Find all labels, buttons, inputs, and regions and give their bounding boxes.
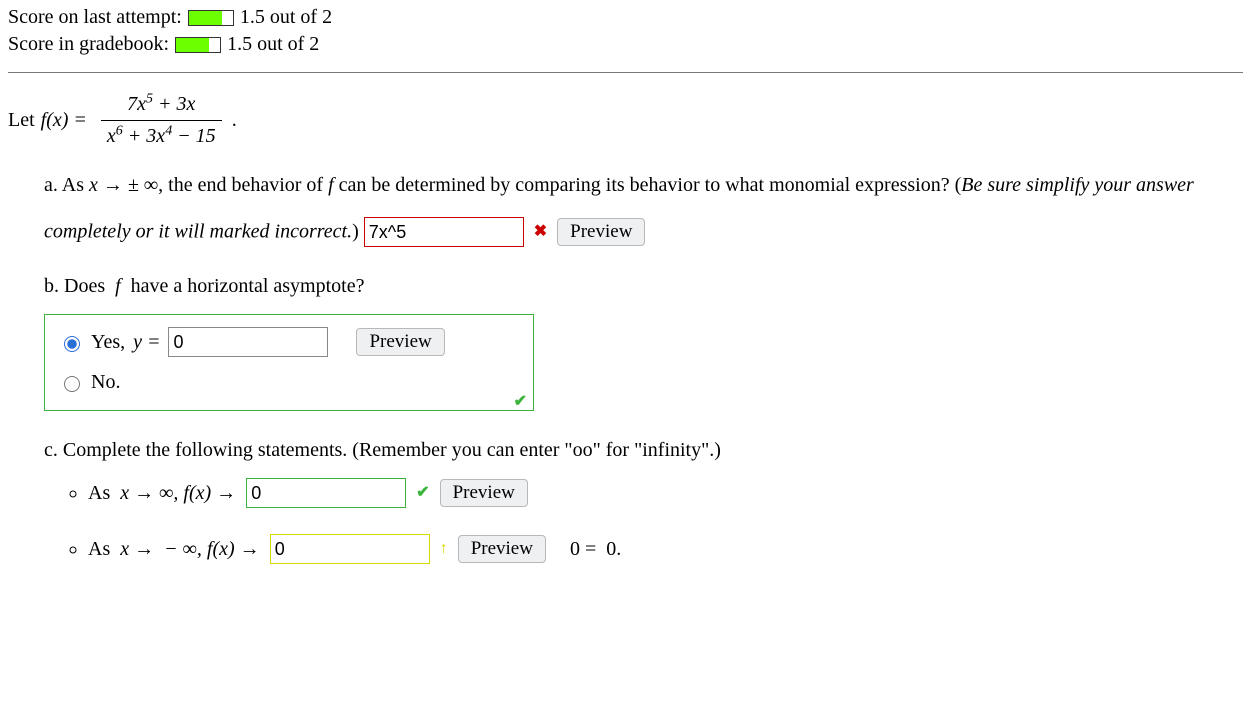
- a-close: ): [352, 221, 359, 243]
- score-book-bar: [175, 37, 221, 53]
- score-last-bar: [188, 10, 234, 26]
- no-label: No.: [91, 369, 120, 396]
- part-c-text: Complete the following statements. (Reme…: [63, 439, 721, 461]
- a-t2: x → ± ∞: [89, 174, 158, 196]
- a-t1: As: [62, 174, 89, 196]
- check-icon: ✔: [514, 391, 527, 413]
- part-a: As x → ± ∞, the end behavior of f can be…: [44, 172, 1243, 247]
- fx-label: f(x) =: [41, 107, 87, 134]
- part-b-input[interactable]: [168, 327, 328, 357]
- trailing-period: .: [232, 107, 237, 134]
- score-book-label: Score in gradebook:: [8, 31, 169, 58]
- c2-tail-a: 0: [570, 538, 580, 560]
- score-last-value: 1.5 out of 2: [240, 4, 332, 31]
- preview-button[interactable]: Preview: [440, 479, 528, 507]
- part-c2-input[interactable]: [270, 534, 430, 564]
- divider: [8, 72, 1243, 73]
- c2-prefix: As: [88, 536, 110, 563]
- wrong-icon: ✖: [534, 221, 547, 243]
- c2-tail-b: =: [580, 538, 601, 560]
- yes-eq: y =: [133, 329, 160, 356]
- preview-button[interactable]: Preview: [356, 328, 444, 356]
- score-last-label: Score on last attempt:: [8, 4, 182, 31]
- c1-prefix: As: [88, 480, 110, 507]
- part-c-row2: As x → − ∞, f(x) → ↑ Preview 0 = 0.: [88, 534, 1243, 564]
- partial-icon: ↑: [440, 538, 448, 560]
- numerator: 7x5 + 3x: [101, 91, 222, 120]
- preview-button[interactable]: Preview: [458, 535, 546, 563]
- radio-no[interactable]: [64, 376, 80, 392]
- part-c: Complete the following statements. (Reme…: [44, 437, 1243, 564]
- part-b-text: Does f have a horizontal asymptote?: [64, 275, 364, 297]
- problem-statement: Let f(x) = 7x5 + 3x x6 + 3x4 − 15 .: [8, 91, 237, 150]
- radio-yes[interactable]: [64, 336, 80, 352]
- c2-tail: 0 = 0.: [570, 536, 621, 563]
- part-a-input[interactable]: [364, 217, 524, 247]
- c1-mid: x → ∞, f(x) →: [120, 480, 236, 507]
- yes-label: Yes,: [91, 329, 125, 356]
- part-b: Does f have a horizontal asymptote? Yes,…: [44, 273, 1243, 411]
- score-book-value: 1.5 out of 2: [227, 31, 319, 58]
- score-gradebook: Score in gradebook: 1.5 out of 2: [8, 31, 1243, 58]
- part-c1-input[interactable]: [246, 478, 406, 508]
- fraction: 7x5 + 3x x6 + 3x4 − 15: [101, 91, 222, 150]
- part-c-row1: As x → ∞, f(x) → ✔ Preview: [88, 478, 1243, 508]
- preview-button[interactable]: Preview: [557, 218, 645, 246]
- a-t5: can be determined by comparing its behav…: [334, 174, 962, 196]
- c2-tail-c: 0.: [606, 538, 621, 560]
- lead-text: Let: [8, 107, 35, 134]
- c2-mid: x → − ∞, f(x) →: [120, 536, 259, 563]
- part-b-choices: Yes, y = Preview No. ✔: [44, 314, 534, 411]
- a-t3: , the end behavior of: [158, 174, 328, 196]
- denominator: x6 + 3x4 − 15: [101, 120, 222, 150]
- score-last-attempt: Score on last attempt: 1.5 out of 2: [8, 4, 1243, 31]
- check-icon: ✔: [416, 482, 429, 504]
